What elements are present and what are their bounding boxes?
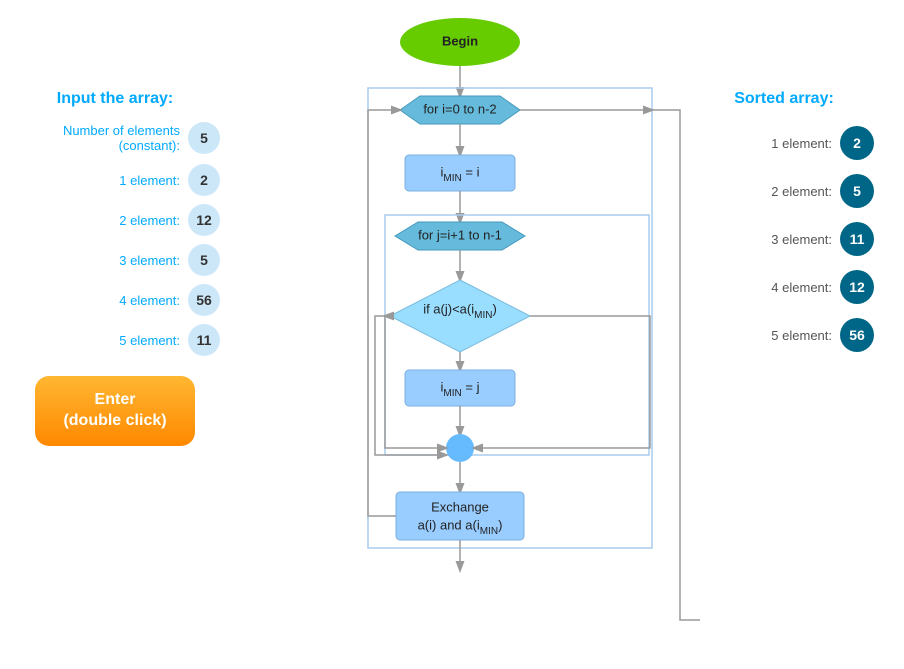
sorted-value-1: 2 — [840, 126, 874, 160]
element-row-4: 4 element: 56 — [10, 284, 220, 316]
element-value-4[interactable]: 56 — [188, 284, 220, 316]
sorted-row-5: 5 element: 56 — [694, 318, 874, 352]
element-row-1: 1 element: 2 — [10, 164, 220, 196]
sorted-row-3: 3 element: 11 — [694, 222, 874, 256]
element-value-5[interactable]: 11 — [188, 324, 220, 356]
element-label-2: 2 element: — [119, 213, 180, 228]
sorted-value-3: 11 — [840, 222, 874, 256]
sorted-row-4: 4 element: 12 — [694, 270, 874, 304]
element-label-1: 1 element: — [119, 173, 180, 188]
sorted-row-2: 2 element: 5 — [694, 174, 874, 208]
element-value-2[interactable]: 12 — [188, 204, 220, 236]
sorted-label-1: 1 element: — [771, 136, 832, 151]
num-elements-label: Number of elements(constant): — [63, 123, 180, 153]
svg-text:for i=0 to n-2: for i=0 to n-2 — [423, 101, 496, 116]
input-title: Input the array: — [10, 90, 220, 108]
element-label-3: 3 element: — [119, 253, 180, 268]
element-value-1[interactable]: 2 — [188, 164, 220, 196]
sorted-value-2: 5 — [840, 174, 874, 208]
svg-text:for j=i+1 to n-1: for j=i+1 to n-1 — [418, 227, 502, 242]
sorted-title: Sorted array: — [694, 90, 874, 108]
element-label-5: 5 element: — [119, 333, 180, 348]
sorted-value-4: 12 — [840, 270, 874, 304]
right-panel: Sorted array: 1 element: 2 2 element: 5 … — [694, 90, 874, 366]
element-label-4: 4 element: — [119, 293, 180, 308]
element-value-3[interactable]: 5 — [188, 244, 220, 276]
svg-text:Begin: Begin — [442, 33, 478, 48]
sorted-label-5: 5 element: — [771, 328, 832, 343]
sorted-label-4: 4 element: — [771, 280, 832, 295]
left-panel: Input the array: Number of elements(cons… — [10, 90, 220, 446]
num-elements-value[interactable]: 5 — [188, 122, 220, 154]
sorted-label-2: 2 element: — [771, 184, 832, 199]
svg-text:Exchange: Exchange — [431, 499, 489, 514]
num-elements-row: Number of elements(constant): 5 — [10, 122, 220, 154]
enter-button[interactable]: Enter(double click) — [35, 376, 195, 446]
flowchart: Begin for i=0 to n-2 iMIN = i for j=i+1 … — [220, 0, 700, 664]
sorted-value-5: 56 — [840, 318, 874, 352]
element-row-5: 5 element: 11 — [10, 324, 220, 356]
element-row-3: 3 element: 5 — [10, 244, 220, 276]
sorted-label-3: 3 element: — [771, 232, 832, 247]
element-row-2: 2 element: 12 — [10, 204, 220, 236]
sorted-row-1: 1 element: 2 — [694, 126, 874, 160]
